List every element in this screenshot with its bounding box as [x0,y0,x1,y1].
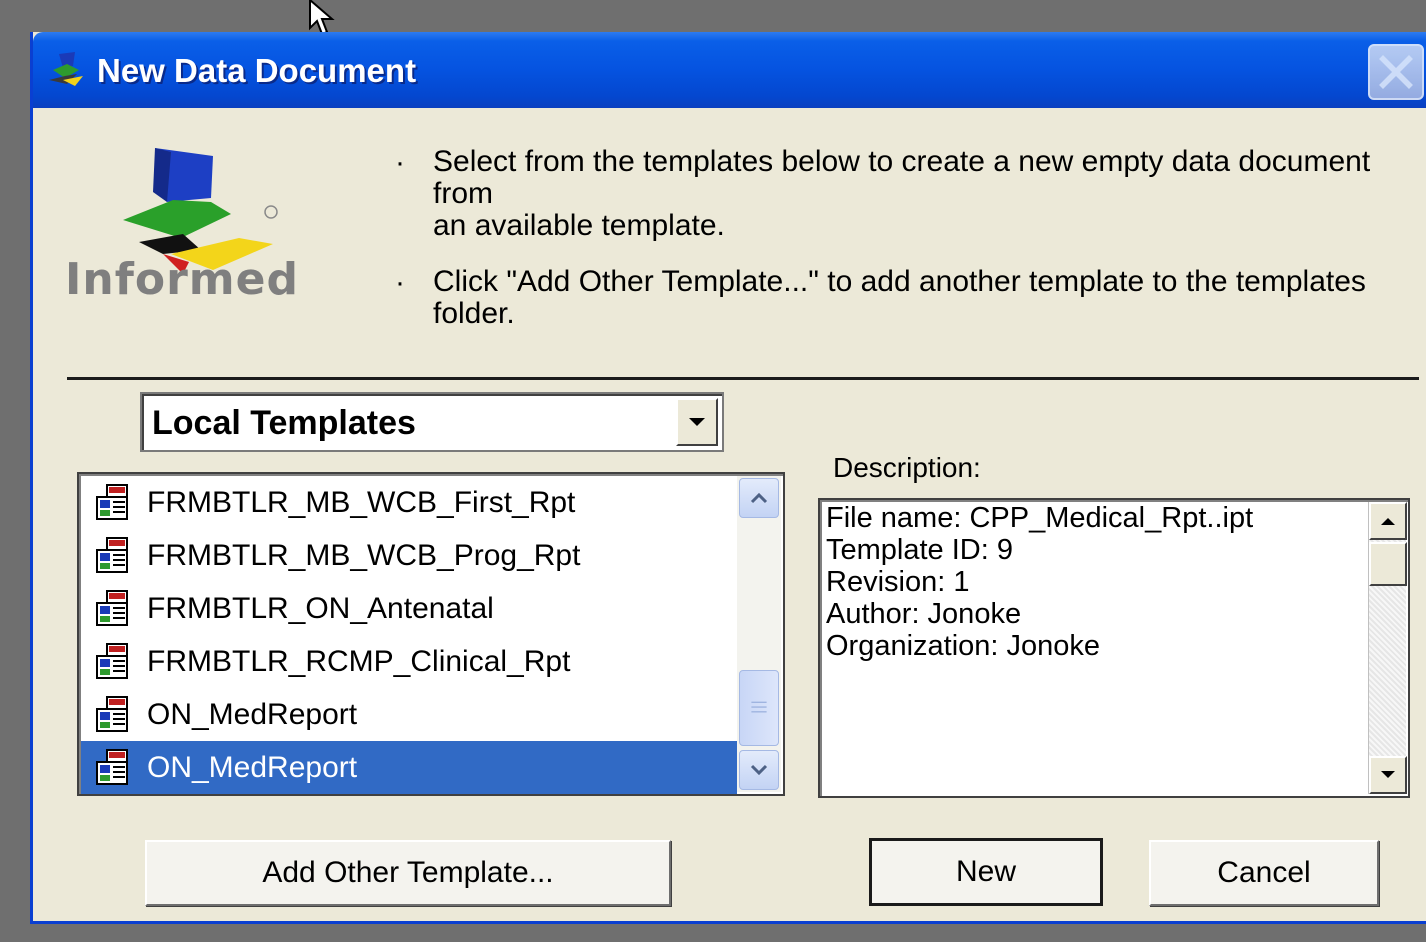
template-list-item[interactable]: ON_MedReport [81,688,737,741]
instruction-text-1: Select from the templates below to creat… [433,146,1426,242]
informed-logo-text: Informed [65,254,299,305]
template-file-icon [96,695,128,732]
description-line: Revision: 1 [826,566,970,598]
instruction-2-line-2: folder. [433,297,515,330]
cancel-button[interactable]: Cancel [1149,840,1379,906]
scroll-up-button[interactable] [1369,502,1407,540]
chevron-down-icon [689,418,705,426]
template-file-icon [96,748,128,785]
template-file-icon [96,642,128,679]
template-list-item-label: FRMBTLR_MB_WCB_First_Rpt [147,485,576,519]
instruction-1-line-2: an available template. [433,209,725,242]
instruction-2-line-1: Click "Add Other Template..." to add ano… [433,265,1366,298]
informed-app-icon [49,52,83,86]
description-line: Template ID: 9 [826,534,1013,566]
divider [67,377,1419,380]
add-other-template-button[interactable]: Add Other Template... [145,840,671,906]
description-line: File name: CPP_Medical_Rpt..ipt [826,502,1254,534]
template-source-value: Local Templates [152,404,416,442]
template-list-item[interactable]: FRMBTLR_MB_WCB_First_Rpt [81,476,737,529]
new-data-document-dialog: New Data Document Informed · Select from… [30,32,1426,924]
instruction-text-2: Click "Add Other Template..." to add ano… [433,266,1366,330]
grip-icon [751,701,767,713]
template-list-item-label: ON_MedReport [147,697,358,731]
template-source-dropdown[interactable]: Local Templates [140,392,724,452]
window-title: New Data Document [97,52,417,89]
description-line: Organization: Jonoke [826,630,1101,662]
description-label: Description: [833,452,981,483]
template-list-item[interactable]: FRMBTLR_MB_WCB_Prog_Rpt [81,529,737,582]
template-list-item[interactable]: ON_MedReport [81,741,737,794]
description-scrollbar[interactable] [1368,502,1407,794]
template-list-item-label: FRMBTLR_MB_WCB_Prog_Rpt [147,538,581,572]
new-button[interactable]: New [869,838,1103,906]
template-file-icon [96,536,128,573]
template-list-item[interactable]: FRMBTLR_RCMP_Clinical_Rpt [81,635,737,688]
instruction-1-line-1: Select from the templates below to creat… [433,145,1371,210]
close-button[interactable] [1368,44,1424,100]
template-list-item-label: FRMBTLR_ON_Antenatal [147,591,494,625]
dropdown-button[interactable] [676,398,718,446]
scroll-up-button[interactable] [739,478,779,518]
template-file-icon [96,483,128,520]
instruction-bullet: · [395,266,405,299]
triangle-up-icon [1381,518,1395,525]
chevron-down-icon [750,764,768,776]
scroll-thumb[interactable] [1369,542,1407,586]
template-list-item-label: FRMBTLR_RCMP_Clinical_Rpt [147,644,571,678]
instruction-bullet: · [395,146,405,179]
scroll-down-button[interactable] [1369,756,1407,794]
template-list[interactable]: FRMBTLR_MB_WCB_First_Rpt FRMBTLR_MB_WCB_P… [77,472,785,796]
description-line: Author: Jonoke [826,598,1022,630]
scroll-down-button[interactable] [739,750,779,790]
template-list-item-label: ON_MedReport [147,750,358,784]
chevron-up-icon [750,492,768,504]
triangle-down-icon [1381,771,1395,778]
template-list-scrollbar[interactable] [737,476,781,792]
scroll-thumb[interactable] [739,670,779,746]
close-icon [1379,55,1413,89]
template-list-item[interactable]: FRMBTLR_ON_Antenatal [81,582,737,635]
title-bar[interactable]: New Data Document [33,32,1426,108]
description-box: File name: CPP_Medical_Rpt..ipt Template… [818,498,1410,798]
template-file-icon [96,589,128,626]
